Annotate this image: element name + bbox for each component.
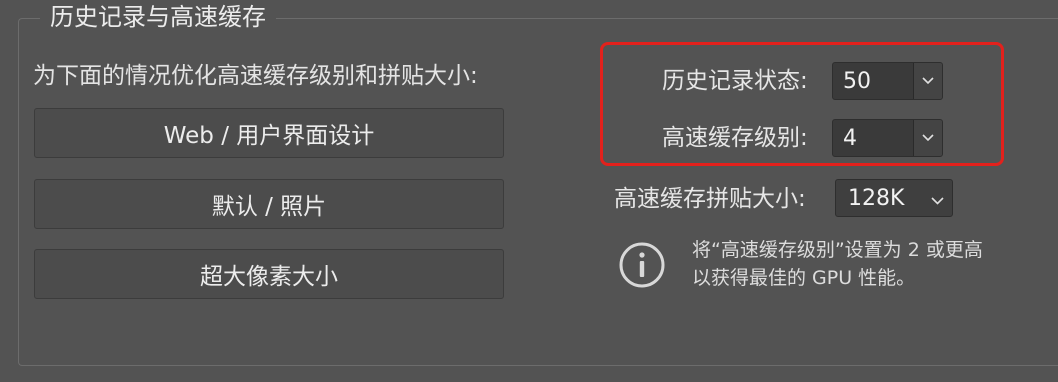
history-states-field[interactable]: 50 <box>832 62 943 100</box>
chevron-down-icon[interactable] <box>913 120 942 156</box>
info-line-1: 将“高速缓存级别”设置为 2 或更高 <box>692 239 983 261</box>
info-line-2: 以获得最佳的 GPU 性能。 <box>692 267 916 289</box>
chevron-down-icon[interactable] <box>913 63 942 99</box>
default-photos-button[interactable]: 默认 / 照片 <box>34 179 504 229</box>
cache-tile-size-label: 高速缓存拼贴大小: <box>614 186 806 212</box>
cache-levels-label: 高速缓存级别: <box>662 125 808 151</box>
cache-levels-value[interactable]: 4 <box>833 120 913 156</box>
cache-tile-size-select[interactable]: 128K <box>835 179 953 217</box>
huge-pixel-dimensions-button[interactable]: 超大像素大小 <box>34 249 504 299</box>
info-icon <box>619 242 665 288</box>
group-title: 历史记录与高速缓存 <box>40 2 276 32</box>
chevron-down-icon <box>931 186 944 211</box>
optimize-label: 为下面的情况优化高速缓存级别和拼贴大小: <box>33 63 478 89</box>
web-ui-design-button[interactable]: Web / 用户界面设计 <box>34 108 504 158</box>
history-states-value[interactable]: 50 <box>833 63 913 99</box>
history-states-label: 历史记录状态: <box>662 68 808 94</box>
info-message: 将“高速缓存级别”设置为 2 或更高 以获得最佳的 GPU 性能。 <box>692 236 1042 292</box>
cache-tile-size-value: 128K <box>848 185 905 211</box>
cache-levels-field[interactable]: 4 <box>832 119 943 157</box>
